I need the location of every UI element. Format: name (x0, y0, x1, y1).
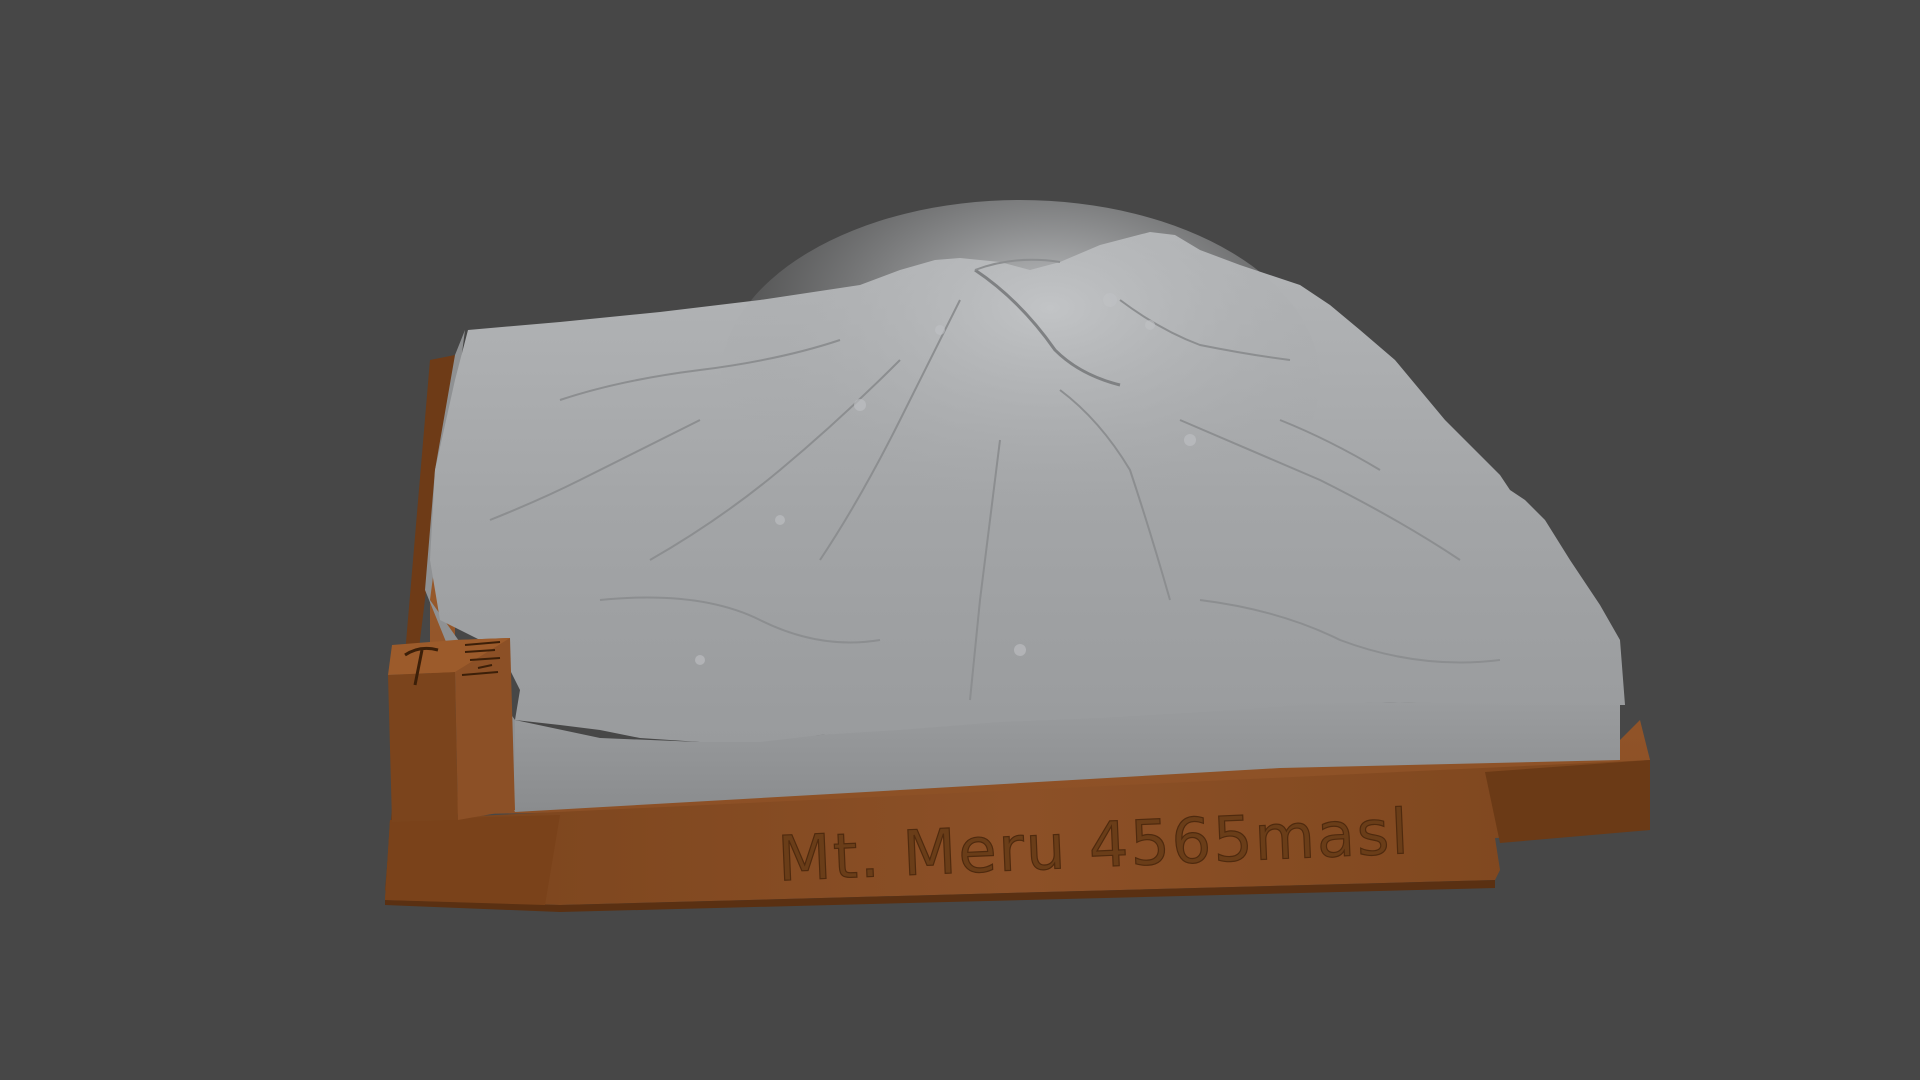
peak-highlight (720, 200, 1320, 560)
scene-canvas[interactable]: Mt. Meru 4565masl (0, 0, 1920, 1080)
base-left-notch (385, 815, 560, 905)
3d-viewport[interactable]: Mt. Meru 4565masl (0, 0, 1920, 1080)
legend-block[interactable] (388, 638, 515, 822)
base-right-notch (1485, 760, 1650, 843)
legend-block-front (388, 672, 458, 822)
